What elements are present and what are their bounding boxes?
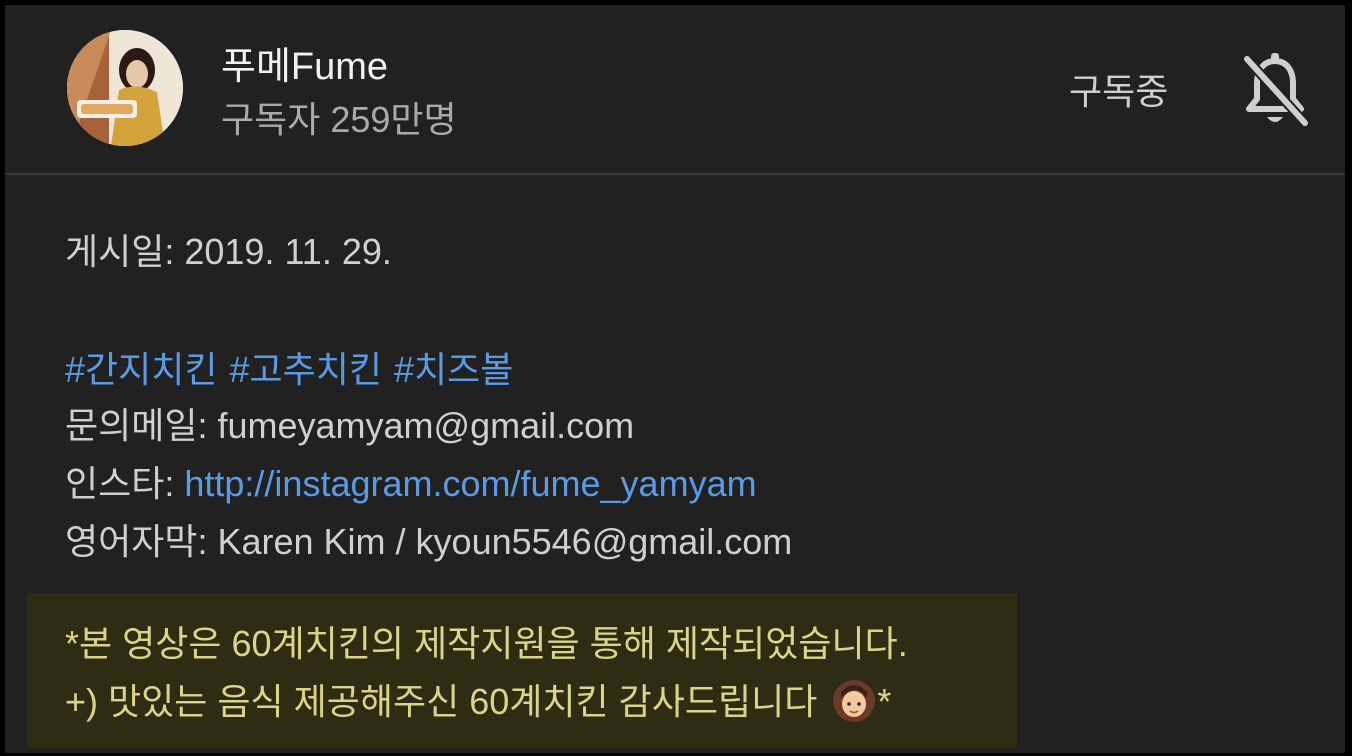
publish-date: 게시일: 2019. 11. 29. — [65, 231, 392, 272]
hashtag-link[interactable]: #간지치킨 — [65, 349, 218, 390]
hashtag-list: #간지치킨 #고추치킨 #치즈볼 — [65, 341, 525, 393]
description-panel: 푸메Fume 구독자 259만명 구독중 게시일: 2019. 11. 29. … — [5, 5, 1345, 753]
inquiry-email: 문의메일: fumeyamyam@gmail.com — [65, 405, 635, 446]
hashtag-link[interactable]: #고추치킨 — [230, 349, 383, 390]
header-divider — [5, 173, 1345, 175]
instagram-line: 인스타: http://instagram.com/fume_yamyam — [65, 455, 757, 507]
instagram-prefix: 인스타: — [65, 463, 185, 504]
sponsorship-notice: *본 영상은 60계치킨의 제작지원을 통해 제작되었습니다. +) 맛있는 음… — [27, 593, 1017, 748]
channel-header: 푸메Fume 구독자 259만명 구독중 — [5, 5, 1345, 173]
notice-line-2: +) 맛있는 음식 제공해주신 60계치킨 감사드립니다 * — [65, 673, 891, 725]
instagram-link[interactable]: http://instagram.com/fume_yamyam — [184, 463, 756, 504]
notice-line-2-text: +) 맛있는 음식 제공해주신 60계치킨 감사드립니다 — [65, 681, 818, 722]
notice-line-2-suffix: * — [877, 681, 892, 722]
channel-name[interactable]: 푸메Fume — [221, 35, 388, 90]
avatar-image — [67, 30, 183, 146]
subtitle-credit: 영어자막: Karen Kim / kyoun5546@gmail.com — [65, 521, 793, 562]
channel-avatar[interactable] — [67, 30, 183, 146]
subscribed-button[interactable]: 구독중 — [1069, 63, 1168, 115]
hashtag-link[interactable]: #치즈볼 — [394, 349, 513, 390]
subscriber-count: 구독자 259만명 — [221, 99, 457, 140]
notification-bell-button[interactable] — [1239, 51, 1311, 131]
notice-line-1: *본 영상은 60계치킨의 제작지원을 통해 제작되었습니다. — [65, 623, 908, 664]
person-emoji-icon — [831, 678, 877, 724]
bell-off-icon — [1243, 53, 1309, 127]
